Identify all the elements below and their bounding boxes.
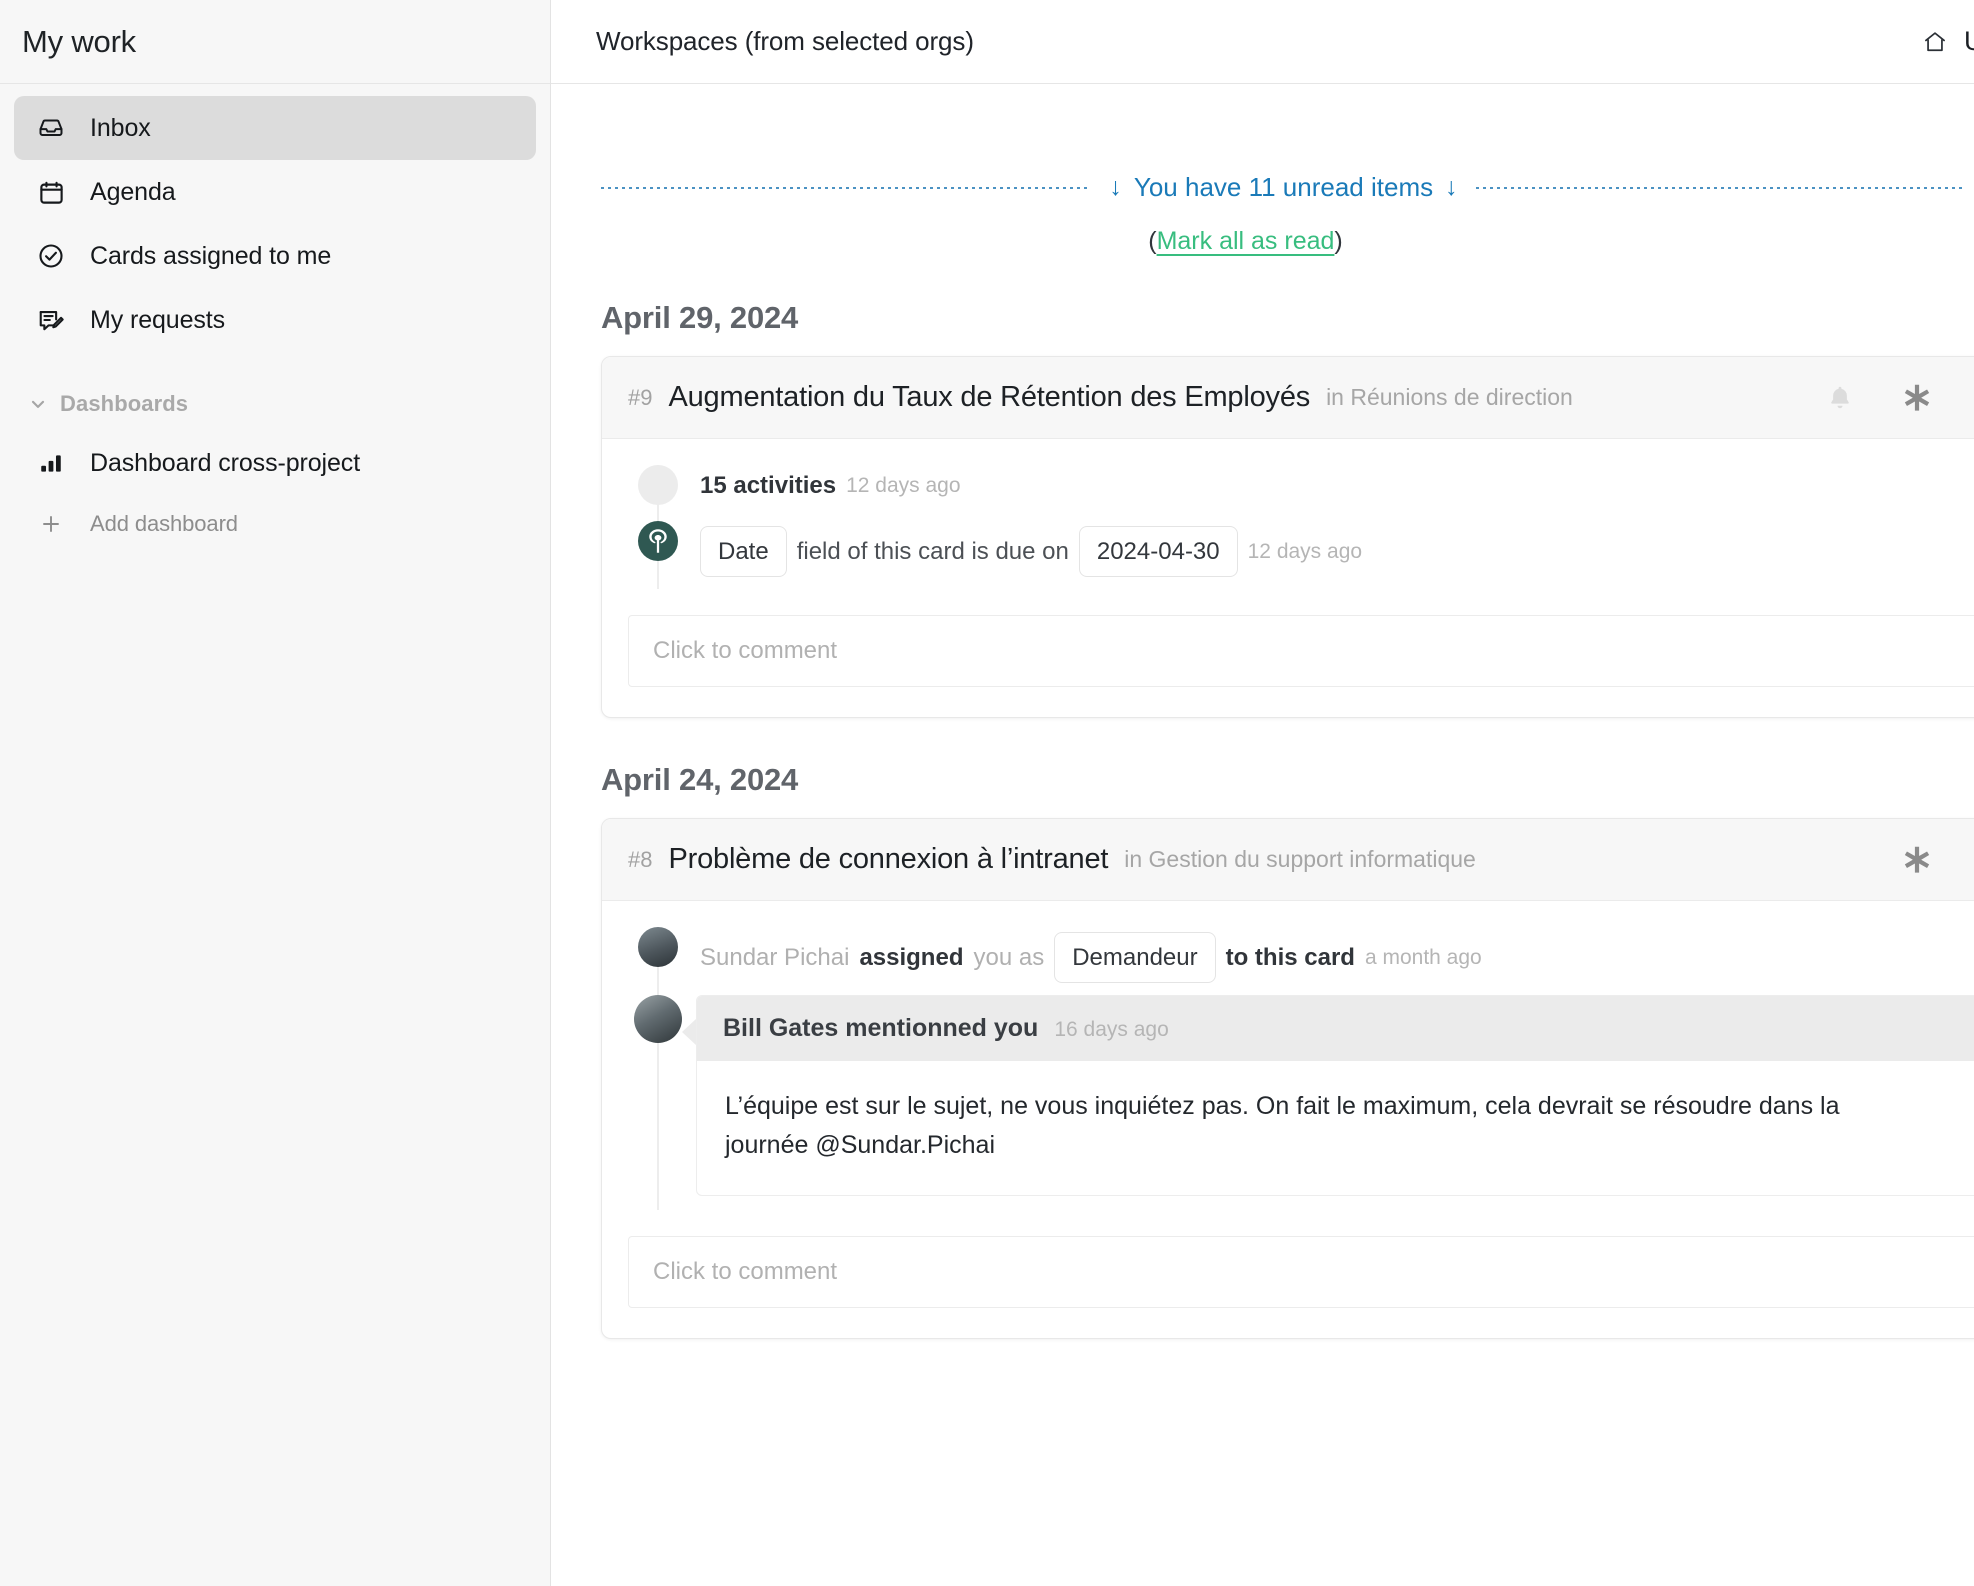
arrow-down-icon-left: ↓ xyxy=(1109,173,1122,201)
comment-input[interactable]: Click to comment xyxy=(628,615,1974,688)
bill-gates-avatar xyxy=(634,995,682,1044)
sidebar-header: My work xyxy=(0,0,550,84)
asterisk-icon[interactable] xyxy=(1899,842,1935,878)
calendar-icon xyxy=(36,177,66,207)
divider-right xyxy=(1475,186,1966,189)
activity-timestamp: a month ago xyxy=(1364,946,1482,970)
bar-chart-icon xyxy=(36,448,66,478)
unread-items-text: You have 11 unread items xyxy=(1133,172,1434,202)
mention-title: Bill Gates mentionned you xyxy=(723,1014,1039,1043)
blank-avatar xyxy=(638,465,678,505)
divider-left xyxy=(601,186,1092,189)
sidebar-item-label: My requests xyxy=(90,305,226,334)
card-actions xyxy=(1899,842,1974,878)
action-tail: to this card xyxy=(1225,944,1355,972)
sidebar-item-inbox[interactable]: Inbox xyxy=(14,96,536,160)
main-panel: Workspaces (from selected orgs) Use ↓ xyxy=(551,0,1974,1586)
header-right-label: Use xyxy=(1963,26,1974,56)
main-header: Workspaces (from selected orgs) Use xyxy=(551,0,1974,84)
action-verb: assigned xyxy=(859,944,964,972)
unread-divider-row: ↓ You have 11 unread items ↓ xyxy=(551,172,1974,203)
asterisk-icon[interactable] xyxy=(1899,380,1935,416)
sidebar-item-cards-assigned-to-me[interactable]: Cards assigned to me xyxy=(14,224,536,288)
breadcrumb: Workspaces (from selected orgs) xyxy=(596,26,974,56)
sundar-pichai-avatar xyxy=(638,927,678,968)
activity-row: Date field of this card is due on 2024-0… xyxy=(628,521,1974,589)
sidebar-item-dashboard-cross-project[interactable]: Dashboard cross-project xyxy=(14,432,536,494)
sidebar-section-label: Dashboards xyxy=(60,391,189,416)
field-name-chip[interactable]: Date xyxy=(700,526,787,578)
app-root: My work Inbox Agenda Cards assigned to m… xyxy=(0,0,1974,1586)
chevron-down-icon xyxy=(28,394,48,414)
inbox-card[interactable]: #8 Problème de connexion à l’intranet in… xyxy=(601,818,1974,1339)
activity-count[interactable]: 15 activities xyxy=(700,470,836,501)
add-dashboard-label: Add dashboard xyxy=(90,511,238,536)
card-title[interactable]: Problème de connexion à l’intranet xyxy=(668,843,1108,876)
card-body: 15 activities 12 days ago Date field of … xyxy=(602,439,1974,688)
activity-timestamp: 12 days ago xyxy=(846,473,961,497)
card-header: #8 Problème de connexion à l’intranet in… xyxy=(602,819,1974,902)
mention-block: Bill Gates mentionned you 16 days ago L’… xyxy=(628,995,1974,1210)
activity-timeline: 15 activities 12 days ago Date field of … xyxy=(628,465,1974,590)
plus-icon xyxy=(38,509,64,539)
activity-row: 15 activities 12 days ago xyxy=(628,465,1974,521)
mention-pointer xyxy=(682,1019,696,1046)
activity-text: Sundar Pichai assigned you as Demandeur … xyxy=(700,927,1482,984)
sidebar-section-dashboards[interactable]: Dashboards xyxy=(14,376,536,432)
activity-middle-text: field of this card is due on xyxy=(796,538,1069,565)
card-actions xyxy=(1825,380,1974,416)
activity-text: Date field of this card is due on 2024-0… xyxy=(700,521,1363,578)
mention-header: Bill Gates mentionned you 16 days ago xyxy=(697,996,1974,1062)
page-title: My work xyxy=(22,23,136,59)
action-object: you as xyxy=(973,944,1045,972)
sidebar-item-my-requests[interactable]: My requests xyxy=(14,288,536,352)
date-heading: April 29, 2024 xyxy=(601,300,799,335)
card-number: #9 xyxy=(628,384,653,410)
role-chip[interactable]: Demandeur xyxy=(1054,932,1216,984)
unread-items-label[interactable]: ↓ You have 11 unread items ↓ xyxy=(1091,172,1475,203)
activity-timestamp: 12 days ago xyxy=(1247,539,1363,563)
sidebar: My work Inbox Agenda Cards assigned to m… xyxy=(0,0,551,1586)
bell-icon[interactable] xyxy=(1825,383,1855,413)
sidebar-item-label: Cards assigned to me xyxy=(90,241,332,270)
activity-text: 15 activities 12 days ago xyxy=(700,465,961,501)
mark-all-as-read-row: (Mark all as read) xyxy=(551,227,1974,256)
add-dashboard-button[interactable]: Add dashboard xyxy=(14,494,536,554)
mention-panel: Bill Gates mentionned you 16 days ago L’… xyxy=(696,995,1974,1196)
header-right-group[interactable]: Use xyxy=(1922,26,1974,57)
due-date-chip[interactable]: 2024-04-30 xyxy=(1078,526,1238,578)
card-location[interactable]: in Réunions de direction xyxy=(1326,384,1573,411)
home-icon xyxy=(1922,29,1948,55)
sidebar-item-agenda[interactable]: Agenda xyxy=(14,160,536,224)
open-paren: ( xyxy=(1148,227,1157,255)
activity-timeline: Sundar Pichai assigned you as Demandeur … xyxy=(628,927,1974,1210)
card-header: #9 Augmentation du Taux de Rétention des… xyxy=(602,357,1974,439)
card-location[interactable]: in Gestion du support informatique xyxy=(1124,846,1476,873)
card-number: #8 xyxy=(628,846,653,872)
card-title[interactable]: Augmentation du Taux de Rétention des Em… xyxy=(668,381,1310,414)
mark-all-as-read-link[interactable]: Mark all as read xyxy=(1157,227,1335,255)
arrow-down-icon-right: ↓ xyxy=(1445,173,1458,201)
actor-name[interactable]: Sundar Pichai xyxy=(700,942,849,973)
inbox-icon xyxy=(36,113,66,143)
sidebar-item-label: Agenda xyxy=(90,177,176,206)
tree-logo-avatar xyxy=(638,521,678,561)
close-paren: ) xyxy=(1334,227,1343,255)
mention-timestamp: 16 days ago xyxy=(1054,1018,1169,1042)
inbox-card[interactable]: #9 Augmentation du Taux de Rétention des… xyxy=(601,356,1974,719)
card-body: Sundar Pichai assigned you as Demandeur … xyxy=(602,901,1974,1308)
comment-input[interactable]: Click to comment xyxy=(628,1235,1974,1308)
sidebar-item-label: Dashboard cross-project xyxy=(90,448,361,477)
request-edit-icon xyxy=(36,305,66,335)
sidebar-nav: Inbox Agenda Cards assigned to me My req… xyxy=(0,84,550,554)
sidebar-item-label: Inbox xyxy=(90,113,151,142)
check-circle-icon xyxy=(36,241,66,271)
inbox-content: ↓ You have 11 unread items ↓ (Mark all a… xyxy=(551,84,1974,1586)
date-heading: April 24, 2024 xyxy=(601,762,799,798)
mention-body-text: L’équipe est sur le sujet, ne vous inqui… xyxy=(725,1092,1840,1160)
unread-banner: ↓ You have 11 unread items ↓ (Mark all a… xyxy=(551,84,1974,256)
activity-row: Sundar Pichai assigned you as Demandeur … xyxy=(628,927,1974,995)
